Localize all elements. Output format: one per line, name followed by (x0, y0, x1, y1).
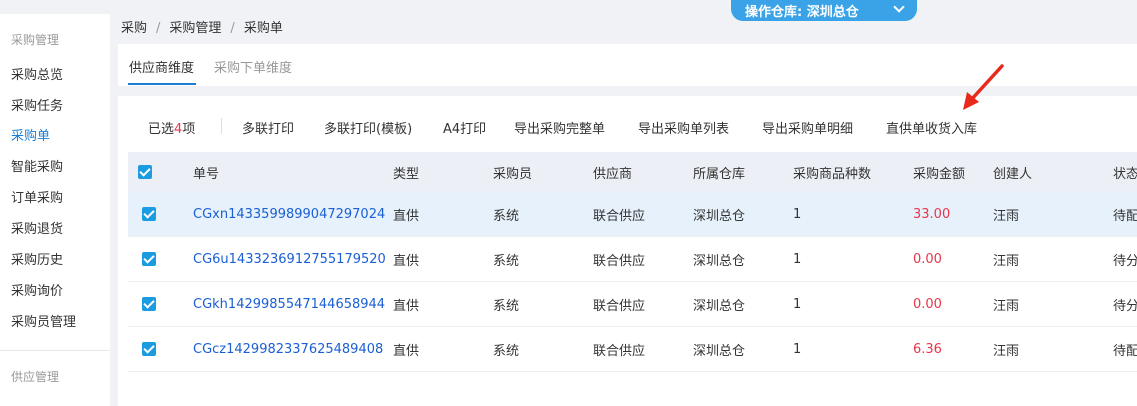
sidebar: 采购管理 采购总览 采购任务 采购单 智能采购 订单采购 采购退货 采购历史 采… (0, 14, 110, 406)
row-checkbox[interactable] (142, 342, 156, 356)
breadcrumb-item[interactable]: 采购 (121, 21, 147, 36)
breadcrumb-separator: / (230, 21, 235, 36)
column-header: 状态 (1113, 166, 1137, 182)
chevron-down-icon (893, 1, 905, 13)
tab-active-indicator (128, 83, 196, 85)
status-cell: 待分 (1113, 298, 1137, 314)
tab-order-dimension[interactable]: 采购下单维度 (214, 57, 292, 76)
supplier-cell: 联合供应 (593, 208, 646, 224)
supplier-cell: 联合供应 (593, 253, 646, 269)
buyer-cell: 系统 (493, 343, 520, 359)
order-id-link[interactable]: CGxn1433599899047297024 (193, 192, 385, 236)
column-header: 采购金额 (913, 166, 966, 182)
sidebar-divider (0, 350, 110, 351)
creator-cell: 汪雨 (993, 253, 1020, 269)
buyer-cell: 系统 (493, 253, 520, 269)
column-header: 类型 (393, 166, 420, 182)
warehouse-cell: 深圳总仓 (693, 343, 746, 359)
row-select-cell (142, 237, 156, 281)
row-select-cell (142, 192, 156, 236)
row-checkbox[interactable] (142, 297, 156, 311)
breadcrumb-item: 采购单 (243, 21, 283, 36)
table-row[interactable]: CGxn1433599899047297024 直供 系统 联合供应 深圳总仓 … (128, 192, 1137, 237)
sidebar-item-buyer-management[interactable]: 采购员管理 (11, 311, 76, 330)
breadcrumb: 采购 / 采购管理 / 采购单 (121, 17, 283, 36)
buyer-cell: 系统 (493, 208, 520, 224)
table-row[interactable]: CGcz1429982337625489408 直供 系统 联合供应 深圳总仓 … (128, 327, 1137, 372)
warehouse-selector[interactable]: 操作仓库: 深圳总仓 (731, 0, 917, 21)
count-cell: 1 (793, 296, 802, 312)
type-cell: 直供 (393, 298, 420, 314)
type-cell: 直供 (393, 253, 420, 269)
count-cell: 1 (793, 341, 802, 357)
type-cell: 直供 (393, 208, 420, 224)
export-full-button[interactable]: 导出采购完整单 (514, 118, 605, 137)
warehouse-label: 操作仓库: 深圳总仓 (745, 5, 859, 20)
creator-cell: 汪雨 (993, 208, 1020, 224)
warehouse-cell: 深圳总仓 (693, 298, 746, 314)
a4-print-button[interactable]: A4打印 (443, 118, 486, 137)
multi-print-template-button[interactable]: 多联打印(模板) (324, 118, 412, 137)
column-header: 采购商品种数 (793, 166, 872, 182)
table-row[interactable]: CGkh1429985547144658944 直供 系统 联合供应 深圳总仓 … (128, 282, 1137, 327)
annotation-arrow-icon (963, 64, 1004, 110)
sidebar-item-purchase-return[interactable]: 采购退货 (11, 218, 63, 237)
amount-cell: 0.00 (913, 251, 942, 267)
warehouse-cell: 深圳总仓 (693, 253, 746, 269)
column-header: 所属仓库 (693, 166, 746, 182)
amount-cell: 6.36 (913, 341, 942, 357)
table-row[interactable]: CG6u1433236912755179520 直供 系统 联合供应 深圳总仓 … (128, 237, 1137, 282)
row-checkbox[interactable] (142, 207, 156, 221)
selected-suffix: 项 (182, 122, 196, 137)
breadcrumb-separator: / (156, 21, 161, 36)
column-header: 采购员 (493, 166, 533, 182)
multi-print-button[interactable]: 多联打印 (242, 118, 294, 137)
column-header: 创建人 (993, 166, 1033, 182)
buyer-cell: 系统 (493, 298, 520, 314)
export-list-button[interactable]: 导出采购单列表 (638, 118, 729, 137)
select-all-checkbox[interactable] (138, 165, 152, 179)
status-cell: 待分 (1113, 253, 1137, 269)
column-header: 供应商 (593, 166, 633, 182)
amount-cell: 0.00 (913, 296, 942, 312)
table-header: 单号 类型 采购员 供应商 所属仓库 采购商品种数 采购金额 创建人 状态 (128, 152, 1137, 192)
export-detail-button[interactable]: 导出采购单明细 (762, 118, 853, 137)
sidebar-item-tasks[interactable]: 采购任务 (11, 95, 63, 114)
column-header: 单号 (193, 166, 220, 182)
row-select-cell (142, 327, 156, 371)
selected-prefix: 已选 (148, 122, 175, 137)
supplier-cell: 联合供应 (593, 298, 646, 314)
sidebar-item-smart-purchase[interactable]: 智能采购 (11, 156, 63, 175)
tab-supplier-dimension[interactable]: 供应商维度 (129, 57, 194, 76)
sidebar-item-inquiry[interactable]: 采购询价 (11, 280, 63, 299)
count-cell: 1 (793, 251, 802, 267)
toolbar-divider (221, 118, 222, 134)
order-id-link[interactable]: CGcz1429982337625489408 (193, 327, 383, 371)
row-checkbox[interactable] (142, 252, 156, 266)
amount-cell: 33.00 (913, 206, 951, 222)
main-panel: 已选4项 多联打印 多联打印(模板) A4打印 导出采购完整单 导出采购单列表 … (118, 96, 1137, 406)
sidebar-item-overview[interactable]: 采购总览 (11, 64, 63, 83)
sidebar-item-purchase-order[interactable]: 采购单 (11, 125, 50, 144)
select-all-cell (138, 152, 152, 192)
type-cell: 直供 (393, 343, 420, 359)
direct-receive-button[interactable]: 直供单收货入库 (886, 118, 977, 137)
creator-cell: 汪雨 (993, 298, 1020, 314)
warehouse-cell: 深圳总仓 (693, 208, 746, 224)
status-cell: 待配 (1113, 343, 1137, 359)
count-cell: 1 (793, 206, 802, 222)
sidebar-group-purchase: 采购管理 (11, 33, 60, 47)
sidebar-group-supply: 供应管理 (11, 370, 60, 384)
order-id-link[interactable]: CG6u1433236912755179520 (193, 237, 386, 281)
selected-count: 已选4项 (148, 118, 195, 137)
breadcrumb-item[interactable]: 采购管理 (169, 21, 221, 36)
order-id-link[interactable]: CGkh1429985547144658944 (193, 282, 385, 326)
creator-cell: 汪雨 (993, 343, 1020, 359)
status-cell: 待配 (1113, 208, 1137, 224)
row-select-cell (142, 282, 156, 326)
supplier-cell: 联合供应 (593, 343, 646, 359)
sidebar-item-order-purchase[interactable]: 订单采购 (11, 187, 63, 206)
sidebar-item-purchase-history[interactable]: 采购历史 (11, 249, 63, 268)
